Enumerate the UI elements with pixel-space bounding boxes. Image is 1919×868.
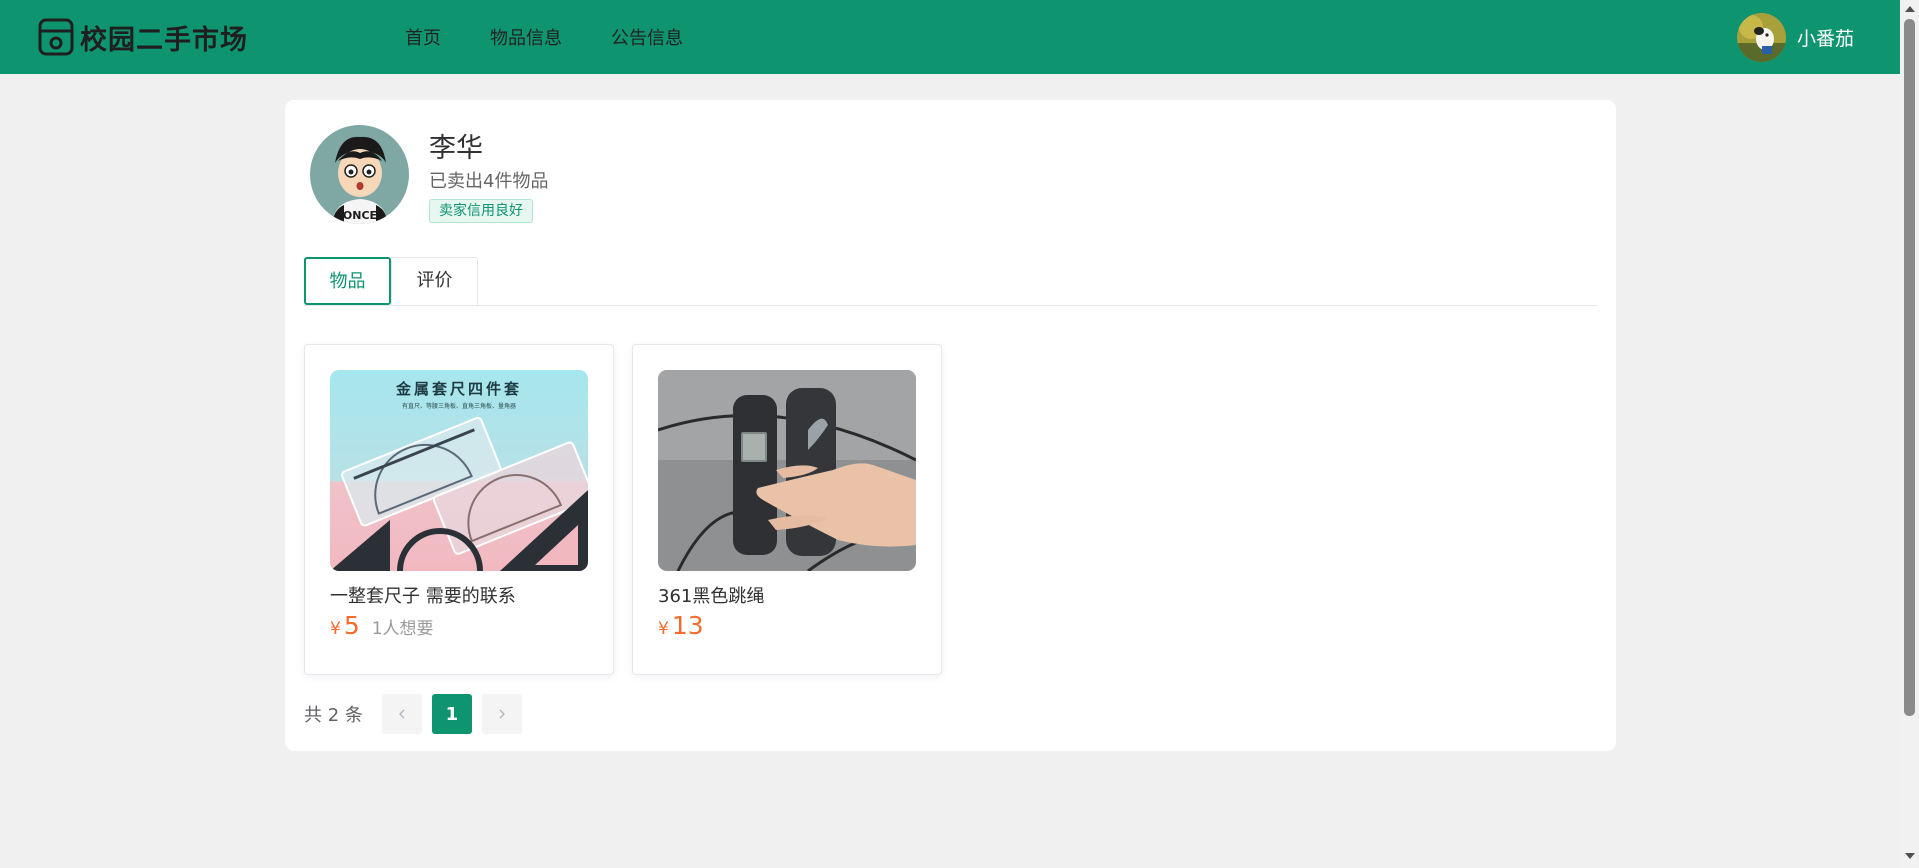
scroll-thumb[interactable]: [1904, 19, 1915, 716]
goods-want-count: 1人想要: [371, 619, 434, 639]
goods-card[interactable]: 361黑色跳绳 ¥ 13: [632, 344, 942, 675]
tab-goods[interactable]: 物品: [304, 257, 391, 305]
user-menu[interactable]: 小番茄: [1737, 13, 1874, 62]
jump-rope-product-image: [658, 370, 916, 571]
pagination-total: 共 2 条: [304, 705, 363, 726]
pagination: 共 2 条 1: [304, 694, 532, 734]
main-nav: 首页 物品信息 公告信息: [405, 24, 732, 50]
goods-title[interactable]: 361黑色跳绳: [658, 582, 764, 608]
currency-symbol: ¥: [330, 619, 341, 639]
seller-credit-badge: 卖家信用良好: [429, 199, 533, 223]
prev-page-button[interactable]: [381, 694, 422, 734]
chevron-left-icon: [398, 709, 405, 719]
nav-goods-info[interactable]: 物品信息: [490, 24, 562, 50]
nav-home[interactable]: 首页: [405, 24, 441, 50]
next-page-button[interactable]: [481, 694, 522, 734]
chevron-right-icon: [499, 709, 505, 719]
currency-symbol: ¥: [658, 619, 669, 639]
seller-avatar: ONCE: [310, 125, 409, 224]
goods-title[interactable]: 一整套尺子 需要的联系: [330, 582, 516, 608]
nav-notice-info[interactable]: 公告信息: [611, 24, 683, 50]
goods-price: 13: [671, 611, 704, 640]
goods-image[interactable]: [658, 370, 916, 571]
image-caption-title: 金属套尺四件套: [395, 380, 522, 398]
app-title: 校园二手市场: [80, 24, 248, 56]
seller-profile-card: ONCE 李华 已卖出4件物品 卖家信用良好 物品 评价 金属套尺四件套 有直尺…: [285, 100, 1616, 751]
goods-card[interactable]: 金属套尺四件套 有直尺、等腰三角板、直角三角板、量角器 一整套尺子 需要的联系 …: [304, 344, 614, 675]
page-number-button[interactable]: 1: [431, 694, 472, 734]
goods-image[interactable]: 金属套尺四件套 有直尺、等腰三角板、直角三角板、量角器: [330, 370, 588, 571]
goods-price: 5: [343, 611, 360, 640]
ruler-set-product-image: 金属套尺四件套 有直尺、等腰三角板、直角三角板、量角器: [330, 370, 588, 571]
user-avatar[interactable]: [1737, 13, 1786, 62]
top-header: 校园二手市场 首页 物品信息 公告信息 小番茄: [0, 0, 1900, 74]
goods-price-row: ¥ 13: [658, 611, 704, 640]
seller-name: 李华: [429, 133, 483, 164]
scroll-up-arrow-icon[interactable]: [1905, 6, 1915, 12]
seller-avatar-image: ONCE: [310, 125, 409, 224]
page-scrollbar[interactable]: [1900, 0, 1919, 868]
user-avatar-image: [1737, 13, 1786, 62]
app-logo[interactable]: 校园二手市场: [38, 17, 248, 57]
shop-logo-icon: [38, 18, 74, 56]
seller-sold-count: 已卖出4件物品: [429, 171, 549, 192]
svg-text:ONCE: ONCE: [343, 209, 377, 222]
goods-price-row: ¥ 5 1人想要: [330, 611, 434, 640]
user-name: 小番茄: [1797, 28, 1855, 50]
scroll-down-arrow-icon[interactable]: [1905, 853, 1915, 859]
tab-reviews[interactable]: 评价: [391, 257, 478, 305]
image-caption-subtitle: 有直尺、等腰三角板、直角三角板、量角器: [402, 402, 516, 410]
profile-tabs: 物品 评价: [304, 257, 1597, 306]
chevron-down-icon: [1862, 34, 1872, 41]
